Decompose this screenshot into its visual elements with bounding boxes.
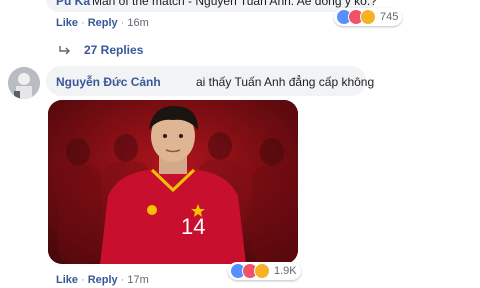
- comment-actions: Like · Reply · 16m: [56, 17, 149, 29]
- like-link[interactable]: Like: [56, 274, 78, 286]
- comment-text: ai thấy Tuấn Anh đẳng cấp không: [196, 75, 375, 89]
- avatar[interactable]: [8, 67, 40, 99]
- reply-arrow-icon: [59, 46, 70, 55]
- comment-actions: Like · Reply · 17m: [56, 274, 149, 286]
- view-replies-link[interactable]: 27 Replies: [84, 43, 143, 57]
- reaction-count: 745: [380, 11, 399, 23]
- reaction-count: 1.9K: [274, 265, 297, 277]
- haha-reaction-icon: [360, 9, 376, 25]
- comment-author[interactable]: Pu Ka: [56, 0, 90, 8]
- comment-time[interactable]: 16m: [127, 17, 148, 29]
- haha-reaction-icon: [254, 263, 270, 279]
- like-link[interactable]: Like: [56, 17, 78, 29]
- svg-text:14: 14: [181, 214, 205, 239]
- reactions-summary[interactable]: 1.9K: [228, 262, 301, 280]
- reply-link[interactable]: Reply: [88, 274, 118, 286]
- comment-photo[interactable]: 14: [48, 100, 298, 264]
- comment-text: Man of the match - Nguyễn Tuấn Anh. Ae đ…: [92, 0, 377, 8]
- reactions-summary[interactable]: 745: [334, 8, 403, 26]
- comment-time[interactable]: 17m: [127, 274, 148, 286]
- comment-author[interactable]: Nguyễn Đức Cảnh: [56, 75, 161, 89]
- reply-link[interactable]: Reply: [88, 17, 118, 29]
